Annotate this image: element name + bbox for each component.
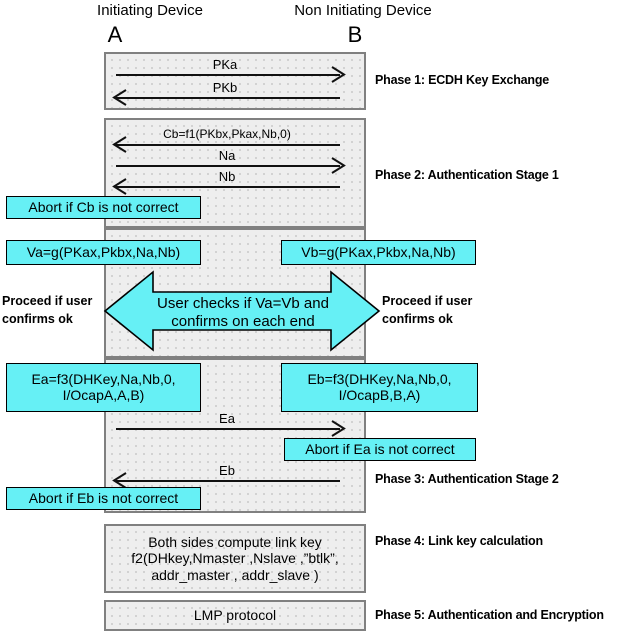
callout-eb-computation: Eb=f3(DHKey,Na,Nb,0, I/OcapB,B,A) xyxy=(281,363,478,412)
message-label-ea: Ea xyxy=(219,411,235,426)
callout-abort-eb: Abort if Eb is not correct xyxy=(6,487,201,510)
message-label-eb: Eb xyxy=(219,463,235,478)
phase5-label: Phase 5: Authentication and Encryption xyxy=(375,608,604,622)
phase5-panel: LMP protocol xyxy=(104,600,366,631)
callout-va: Va=g(PKax,Pkbx,Na,Nb) xyxy=(6,240,201,265)
note-proceed-right: Proceed if user confirms ok xyxy=(382,294,473,327)
left-device-letter: A xyxy=(107,22,123,47)
phase4-label: Phase 4: Link key calculation xyxy=(375,534,543,548)
phase4-panel: Both sides compute link key f2(DHkey,Nma… xyxy=(104,524,366,593)
arrow-eb-line xyxy=(116,480,340,482)
callout-abort-ea: Abort if Ea is not correct xyxy=(284,438,476,461)
callout-ea-computation: Ea=f3(DHKey,Na,Nb,0, I/OcapA,A,B) xyxy=(6,363,201,412)
arrow-pkb-line xyxy=(116,97,340,99)
note-proceed-left: Proceed if user confirms ok xyxy=(2,294,93,327)
message-label-pka: PKa xyxy=(212,57,238,72)
phase1-label: Phase 1: ECDH Key Exchange xyxy=(375,73,550,87)
arrowhead-nb-left xyxy=(112,178,127,195)
message-label-pkb: PKb xyxy=(212,80,238,95)
phase3-label: Phase 3: Authentication Stage 2 xyxy=(375,472,559,486)
bluetooth-pairing-sequence-diagram: Initiating Device Non Initiating Device … xyxy=(0,0,641,635)
arrowhead-ea-right xyxy=(331,420,346,437)
left-device-header: Initiating Device xyxy=(97,2,203,19)
arrow-na-line xyxy=(116,165,340,167)
message-label-cb: Cb=f1(PKbx,Pkax,Nb,0) xyxy=(163,127,291,141)
phase2-label: Phase 2: Authentication Stage 1 xyxy=(375,168,559,182)
callout-abort-cb: Abort if Cb is not correct xyxy=(6,196,201,219)
right-device-header: Non Initiating Device xyxy=(294,2,432,19)
user-confirmation-text: User checks if Va=Vb and confirms on eac… xyxy=(157,295,329,330)
message-label-nb: Nb xyxy=(218,169,236,184)
message-label-na: Na xyxy=(218,148,236,163)
arrow-ea-line xyxy=(116,428,340,430)
arrow-cb-line xyxy=(116,144,340,146)
callout-vb: Vb=g(PKax,Pkbx,Na,Nb) xyxy=(281,240,476,265)
arrow-pka-line xyxy=(116,74,340,76)
arrowhead-pkb-left xyxy=(112,89,127,106)
right-device-letter: B xyxy=(347,22,363,47)
arrow-nb-line xyxy=(116,186,340,188)
